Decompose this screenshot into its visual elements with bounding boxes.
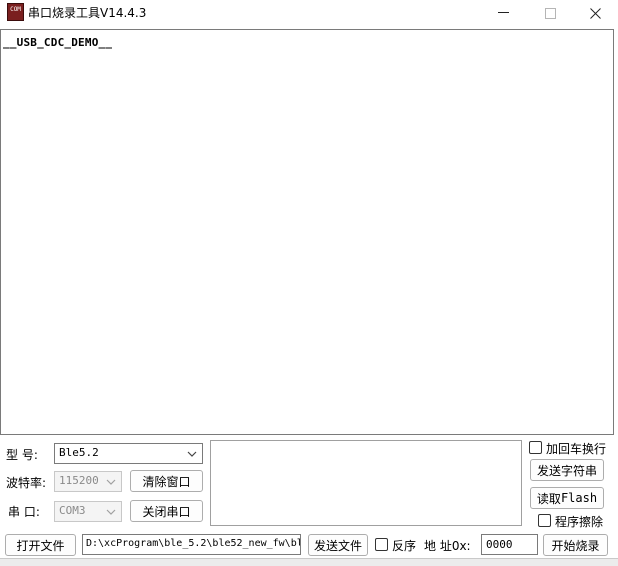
reverse-label: 反序 — [392, 539, 417, 553]
close-port-button[interactable]: 关闭串口 — [130, 500, 203, 522]
maximize-button[interactable] — [527, 0, 573, 26]
open-file-button[interactable]: 打开文件 — [5, 534, 76, 556]
add-crlf-checkbox[interactable] — [529, 441, 542, 454]
maximize-icon — [544, 7, 556, 19]
baud-rate-label: 波特率: — [6, 476, 47, 490]
erase-program-checkbox[interactable] — [538, 514, 551, 527]
address-label: 地 址0x: — [424, 539, 471, 553]
model-label: 型 号: — [6, 448, 38, 462]
output-text: __USB_CDC_DEMO__ — [3, 36, 113, 49]
send-text-area[interactable] — [210, 440, 522, 526]
chevron-down-icon — [185, 446, 199, 461]
read-flash-prefix: 读取 — [536, 491, 561, 506]
close-icon — [589, 7, 601, 19]
chevron-down-icon — [104, 504, 118, 519]
send-string-button[interactable]: 发送字符串 — [530, 459, 604, 481]
model-select[interactable]: Ble5.2 — [54, 443, 203, 464]
app-icon: COM — [7, 3, 24, 21]
erase-program-label: 程序擦除 — [555, 515, 604, 529]
baud-rate-value: 115200 — [59, 474, 99, 487]
send-file-button[interactable]: 发送文件 — [308, 534, 368, 556]
reverse-checkbox[interactable] — [375, 538, 388, 551]
read-flash-button[interactable]: 读取 Flash — [530, 487, 604, 509]
start-burn-button[interactable]: 开始烧录 — [543, 534, 608, 556]
window-title: 串口烧录工具V14.4.3 — [28, 6, 147, 20]
model-select-value: Ble5.2 — [59, 446, 99, 459]
serial-port-value: COM3 — [59, 504, 86, 517]
minimize-button[interactable] — [480, 0, 526, 26]
address-input[interactable]: 0000 — [481, 534, 538, 555]
minimize-icon — [497, 12, 509, 13]
add-crlf-label: 加回车换行 — [546, 442, 607, 456]
read-flash-suffix: Flash — [560, 491, 598, 505]
background-window-strip — [0, 558, 618, 566]
baud-rate-select[interactable]: 115200 — [54, 471, 122, 492]
chevron-down-icon — [104, 474, 118, 489]
close-button[interactable] — [572, 0, 618, 26]
file-path-input[interactable]: D:\xcProgram\ble_5.2\ble52_new_fw\bl — [82, 534, 301, 555]
serial-port-select[interactable]: COM3 — [54, 501, 122, 522]
title-bar[interactable]: COM 串口烧录工具V14.4.3 — [0, 0, 618, 28]
clear-window-button[interactable]: 清除窗口 — [130, 470, 203, 492]
serial-port-label: 串 口: — [8, 505, 40, 519]
receive-output-area[interactable]: __USB_CDC_DEMO__ — [0, 29, 614, 435]
